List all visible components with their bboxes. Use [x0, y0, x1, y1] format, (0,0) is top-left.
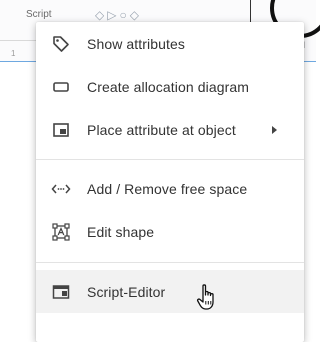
menu-item-place-attribute-at-object[interactable]: Place attribute at object — [36, 108, 304, 151]
attribute-placement-icon — [50, 119, 72, 141]
canvas-shapes-icon: ◇▷○◇ — [95, 8, 142, 22]
canvas-tick-label: 1 — [11, 49, 16, 58]
menu-item-script-editor[interactable]: Script-Editor — [36, 270, 304, 313]
menu-item-add-remove-free-space[interactable]: Add / Remove free space — [36, 167, 304, 210]
menu-item-label: Place attribute at object — [87, 121, 236, 138]
menu-item-create-allocation-diagram[interactable]: Create allocation diagram — [36, 65, 304, 108]
free-space-icon — [50, 178, 72, 200]
menu-divider — [36, 262, 304, 263]
tag-icon — [50, 33, 72, 55]
canvas-ruler — [0, 40, 40, 41]
menu-item-label: Edit shape — [87, 223, 155, 240]
menu-divider — [36, 159, 304, 160]
menu-item-edit-shape[interactable]: Edit shape — [36, 210, 304, 253]
edit-shape-icon — [50, 221, 72, 243]
hand-cursor-icon — [196, 284, 214, 310]
canvas-line — [250, 0, 251, 22]
menu-item-label: Add / Remove free space — [87, 180, 248, 197]
canvas-label-script: Script — [26, 9, 52, 20]
menu-item-label: Show attributes — [87, 35, 185, 52]
context-menu: Show attributes Create allocation diagra… — [36, 22, 304, 342]
menu-item-show-attributes[interactable]: Show attributes — [36, 22, 304, 65]
script-editor-icon — [50, 281, 72, 303]
rectangle-icon — [50, 76, 72, 98]
chevron-right-icon — [272, 125, 277, 134]
menu-item-label: Create allocation diagram — [87, 78, 250, 95]
menu-item-label: Script-Editor — [87, 283, 166, 300]
